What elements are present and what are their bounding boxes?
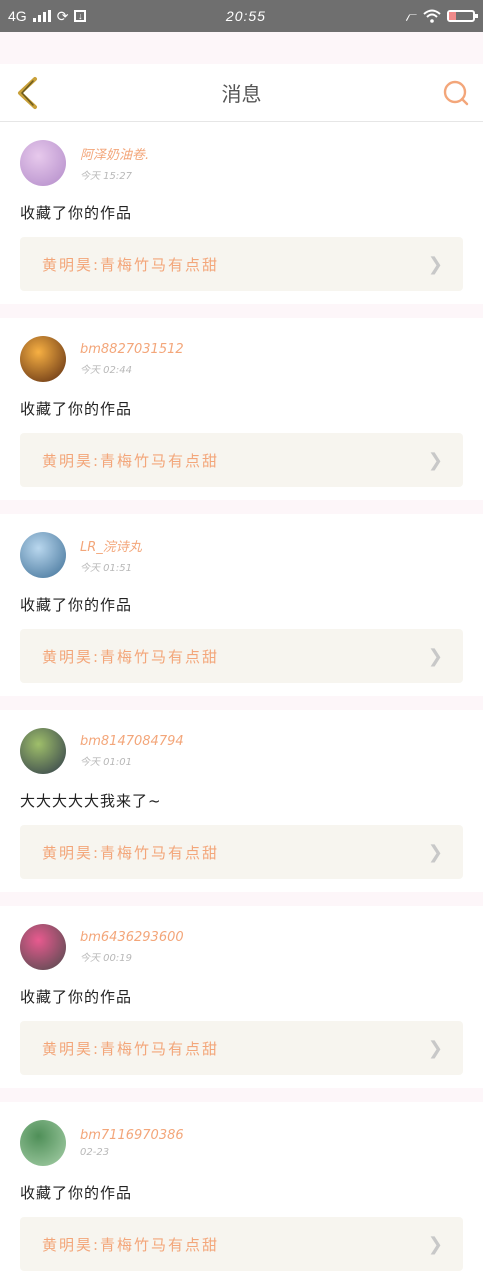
work-title: 黄明昊:青梅竹马有点甜 [42,1039,220,1058]
message-text: 收藏了你的作品 [20,204,133,222]
message-time: 今天 01:01 [80,757,132,768]
message-time: 今天 00:19 [80,953,132,964]
referenced-work[interactable]: 黄明昊:青梅竹马有点甜 ❯ [20,1021,463,1075]
download-icon: ↓ [74,10,87,22]
message-text: 大大大大大我来了~ [20,792,162,810]
chevron-right-icon: ❯ [427,1233,443,1255]
referenced-work[interactable]: 黄明昊:青梅竹马有点甜 ❯ [20,237,463,291]
referenced-work[interactable]: 黄明昊:青梅竹马有点甜 ❯ [20,433,463,487]
network-label: 4G [8,8,27,24]
work-title: 黄明昊:青梅竹马有点甜 [42,1235,220,1254]
clock: 20:55 [225,8,266,24]
avatar[interactable] [20,532,66,578]
chevron-right-icon: ❯ [427,253,443,275]
message-time: 今天 02:44 [80,365,132,376]
referenced-work[interactable]: 黄明昊:青梅竹马有点甜 ❯ [20,629,463,683]
message-card[interactable]: bm8827031512 今天 02:44 收藏了你的作品 黄明昊:青梅竹马有点… [0,318,483,500]
referenced-work[interactable]: 黄明昊:青梅竹马有点甜 ❯ [20,1217,463,1271]
search-icon [443,80,469,105]
message-time: 02-23 [80,1147,110,1158]
back-button[interactable] [12,76,42,109]
chevron-right-icon: ❯ [427,1037,443,1059]
message-text: 收藏了你的作品 [20,596,133,614]
message-card[interactable]: 阿泽奶油卷. 今天 15:27 收藏了你的作品 黄明昊:青梅竹马有点甜 ❯ [0,122,483,304]
chevron-right-icon: ❯ [427,841,443,863]
top-spacer [0,32,483,64]
message-card[interactable]: bm8147084794 今天 01:01 大大大大大我来了~ 黄明昊:青梅竹马… [0,710,483,892]
work-title: 黄明昊:青梅竹马有点甜 [42,647,220,666]
search-button[interactable] [441,78,471,108]
message-text: 收藏了你的作品 [20,400,133,418]
page-title: 消息 [221,82,262,106]
signal-icon [32,10,51,22]
chevron-right-icon: ❯ [427,449,443,471]
avatar[interactable] [20,1120,66,1166]
nav-header: 消息 [0,64,483,122]
work-title: 黄明昊:青梅竹马有点甜 [42,843,220,862]
bluetooth-icon: ⦧ [405,7,417,24]
avatar[interactable] [20,336,66,382]
chevron-left-icon [18,76,37,109]
battery-icon [447,10,478,22]
avatar[interactable] [20,924,66,970]
sender-name[interactable]: 阿泽奶油卷. [80,144,149,163]
message-time: 今天 15:27 [80,171,132,182]
sender-name[interactable]: LR_浣诗丸 [80,536,142,555]
sender-name[interactable]: bm8827031512 [80,342,184,357]
wifi-icon [423,9,441,23]
work-title: 黄明昊:青梅竹马有点甜 [42,255,220,274]
message-card[interactable]: bm6436293600 今天 00:19 收藏了你的作品 黄明昊:青梅竹马有点… [0,906,483,1088]
message-text: 收藏了你的作品 [20,1184,133,1202]
message-list: 阿泽奶油卷. 今天 15:27 收藏了你的作品 黄明昊:青梅竹马有点甜 ❯ bm… [0,122,483,1280]
avatar[interactable] [20,728,66,774]
avatar[interactable] [20,140,66,186]
message-text: 收藏了你的作品 [20,988,133,1006]
sender-name[interactable]: bm8147084794 [80,734,184,749]
sync-icon: ⟳ [56,7,69,24]
sender-name[interactable]: bm6436293600 [80,930,184,945]
sender-name[interactable]: bm7116970386 [80,1128,184,1143]
referenced-work[interactable]: 黄明昊:青梅竹马有点甜 ❯ [20,825,463,879]
status-bar: 4G ⟳ ↓ 20:55 ⦧ [0,0,483,32]
message-card[interactable]: LR_浣诗丸 今天 01:51 收藏了你的作品 黄明昊:青梅竹马有点甜 ❯ [0,514,483,696]
work-title: 黄明昊:青梅竹马有点甜 [42,451,220,470]
message-time: 今天 01:51 [80,563,132,574]
chevron-right-icon: ❯ [427,645,443,667]
message-card[interactable]: bm7116970386 02-23 收藏了你的作品 黄明昊:青梅竹马有点甜 ❯ [0,1102,483,1280]
